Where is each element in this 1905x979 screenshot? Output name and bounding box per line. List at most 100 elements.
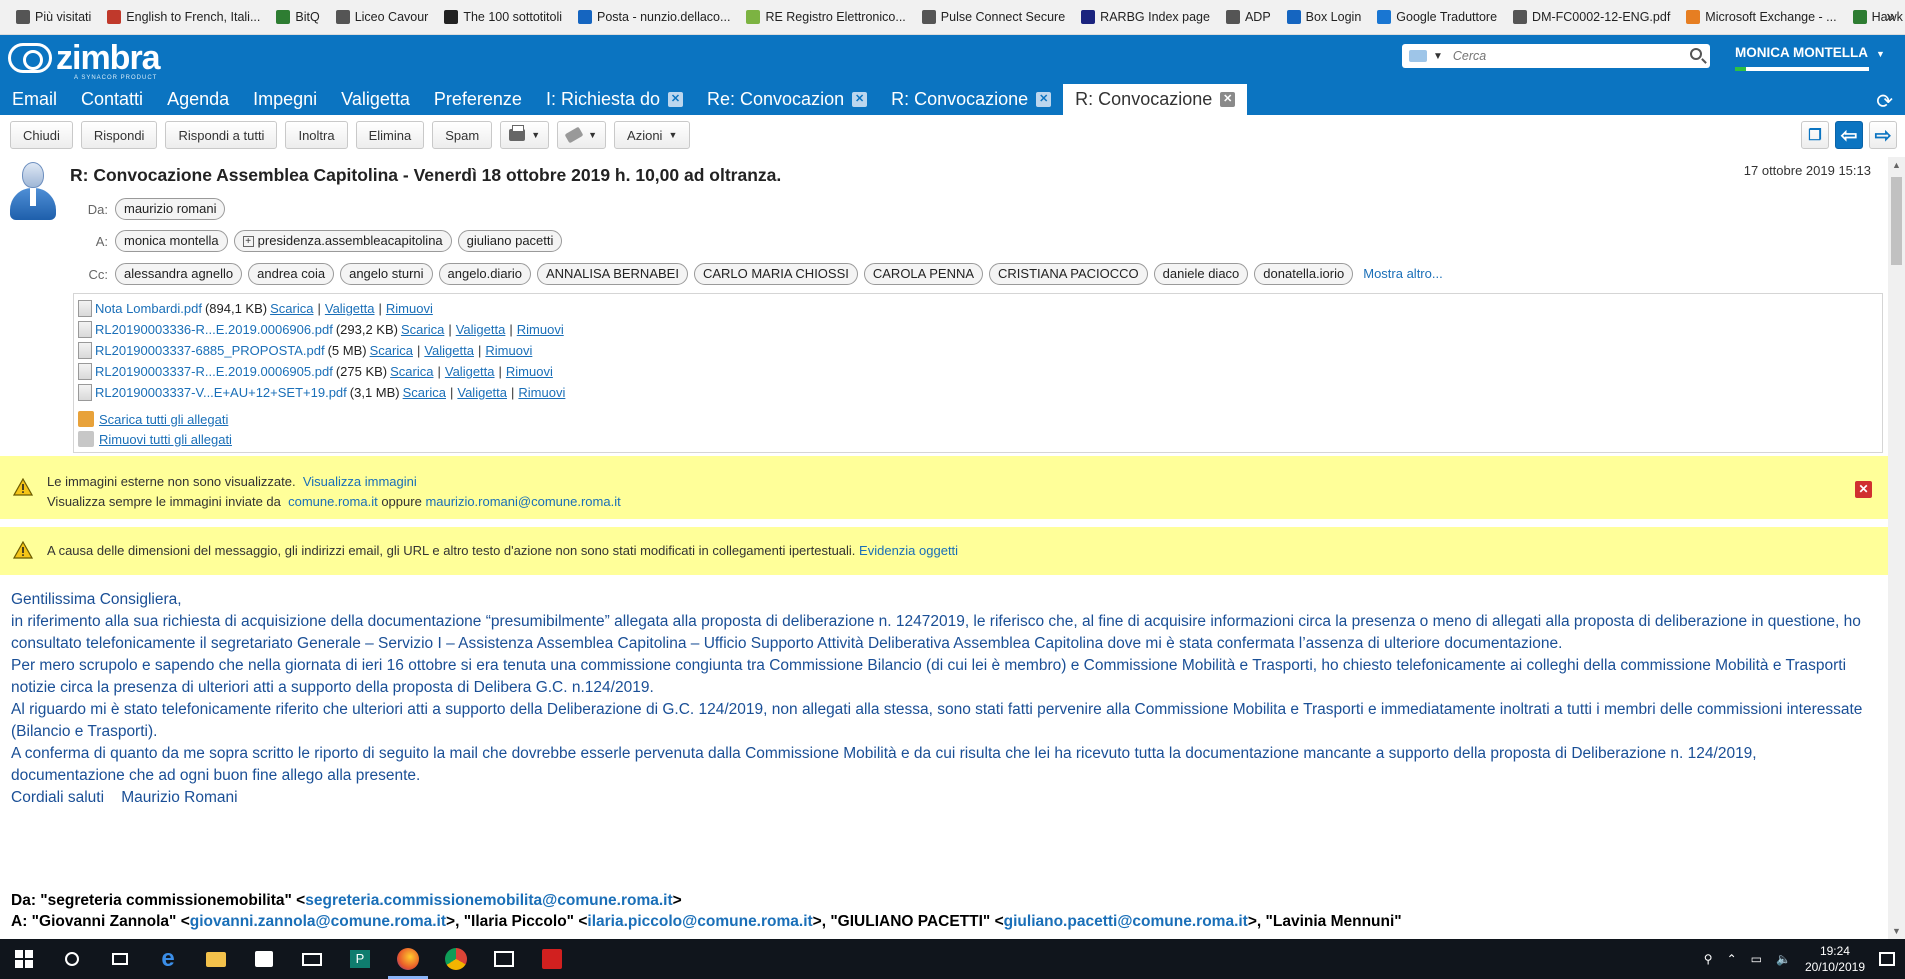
reply-all-button[interactable]: Rispondi a tutti bbox=[165, 121, 278, 149]
file-explorer-icon[interactable] bbox=[192, 939, 240, 979]
publisher-icon[interactable]: P bbox=[336, 939, 384, 979]
app-tab[interactable]: R: Convocazione ✕ bbox=[1063, 84, 1248, 115]
highlight-objects-link[interactable]: Evidenzia oggetti bbox=[859, 543, 958, 558]
mail-search-type-icon[interactable] bbox=[1409, 50, 1427, 62]
zimbra-logo[interactable]: zimbra A SYNACOR PRODUCT bbox=[8, 41, 161, 81]
search-icon[interactable] bbox=[1690, 48, 1702, 60]
recipient-chip[interactable]: ANNALISA BERNABEI bbox=[537, 263, 688, 285]
trust-domain-link[interactable]: comune.roma.it bbox=[288, 494, 378, 509]
chevron-up-icon[interactable]: ⌃ bbox=[1727, 952, 1737, 966]
app-tab[interactable]: Re: Convocazion ✕ bbox=[695, 84, 879, 115]
bookmark-item[interactable]: Pulse Connect Secure bbox=[914, 0, 1073, 34]
download-link[interactable]: Scarica bbox=[403, 385, 446, 400]
reply-button[interactable]: Rispondi bbox=[80, 121, 158, 149]
edge-icon[interactable]: e bbox=[144, 939, 192, 979]
remove-link[interactable]: Rimuovi bbox=[386, 301, 433, 316]
bookmark-item[interactable]: Microsoft Exchange - ... bbox=[1678, 0, 1844, 34]
attachment-name[interactable]: RL20190003337-V...E+AU+12+SET+19.pdf bbox=[95, 385, 347, 400]
briefcase-link[interactable]: Valigetta bbox=[445, 364, 495, 379]
chrome-icon[interactable] bbox=[432, 939, 480, 979]
close-tab-icon[interactable]: ✕ bbox=[668, 92, 684, 107]
actions-button[interactable]: Azioni ▼ bbox=[614, 121, 691, 149]
remove-link[interactable]: Rimuovi bbox=[518, 385, 565, 400]
recipient-chip[interactable]: maurizio romani bbox=[115, 198, 226, 220]
download-link[interactable]: Scarica bbox=[401, 322, 444, 337]
scroll-up-icon[interactable]: ▲ bbox=[1892, 160, 1901, 170]
mail-icon[interactable] bbox=[288, 939, 336, 979]
acrobat-icon[interactable] bbox=[528, 939, 576, 979]
scroll-thumb[interactable] bbox=[1891, 177, 1902, 265]
download-link[interactable]: Scarica bbox=[270, 301, 313, 316]
previous-message-button[interactable]: ⇦ bbox=[1835, 121, 1863, 149]
recipient-chip[interactable]: CAROLA PENNA bbox=[863, 263, 984, 285]
briefcase-link[interactable]: Valigetta bbox=[456, 322, 506, 337]
recipient-chip[interactable]: angelo sturni bbox=[340, 263, 433, 285]
bookmark-item[interactable]: The 100 sottotitoli bbox=[436, 0, 570, 34]
bookmark-item[interactable]: BitQ bbox=[268, 0, 327, 34]
bookmark-item[interactable]: Posta - nunzio.dellaco... bbox=[570, 0, 738, 34]
vertical-scrollbar[interactable]: ▲ ▼ bbox=[1888, 157, 1905, 939]
print-button[interactable]: ▼ bbox=[500, 121, 550, 149]
delete-button[interactable]: Elimina bbox=[355, 121, 425, 149]
tag-button[interactable]: ▼ bbox=[557, 121, 607, 149]
recipient-chip[interactable]: daniele diaco bbox=[1153, 263, 1249, 285]
quoted-to-email[interactable]: ilaria.piccolo@comune.roma.it bbox=[587, 913, 812, 930]
attachment-name[interactable]: RL20190003337-6885_PROPOSTA.pdf bbox=[95, 343, 325, 358]
recipient-chip[interactable]: giuliano pacetti bbox=[457, 230, 563, 252]
show-images-link[interactable]: Visualizza immagini bbox=[303, 474, 417, 489]
close-tab-icon[interactable]: ✕ bbox=[1220, 92, 1236, 107]
close-tab-icon[interactable]: ✕ bbox=[852, 92, 868, 107]
trust-sender-link[interactable]: maurizio.romani@comune.roma.it bbox=[425, 494, 620, 509]
clock[interactable]: 19:24 20/10/2019 bbox=[1805, 943, 1865, 975]
attachment-name[interactable]: RL20190003336-R...E.2019.0006906.pdf bbox=[95, 322, 333, 337]
download-link[interactable]: Scarica bbox=[370, 343, 413, 358]
user-menu[interactable]: MONICA MONTELLA ▼ bbox=[1735, 45, 1885, 60]
recipient-chip[interactable]: CRISTIANA PACIOCCO bbox=[989, 263, 1148, 285]
close-icon[interactable]: ✕ bbox=[1855, 481, 1872, 498]
more-bookmarks-icon[interactable]: » bbox=[1886, 8, 1895, 26]
briefcase-link[interactable]: Valigetta bbox=[424, 343, 474, 358]
app-tab[interactable]: Email bbox=[0, 84, 69, 115]
quoted-to-email[interactable]: giovanni.zannola@comune.roma.it bbox=[190, 913, 446, 930]
app-tab[interactable]: Agenda bbox=[155, 84, 241, 115]
open-in-window-button[interactable]: ❐ bbox=[1801, 121, 1829, 149]
remove-link[interactable]: Rimuovi bbox=[506, 364, 553, 379]
photos-icon[interactable] bbox=[480, 939, 528, 979]
recipient-chip[interactable]: andrea coia bbox=[248, 263, 335, 285]
app-tab[interactable]: Valigetta bbox=[329, 84, 422, 115]
download-link[interactable]: Scarica bbox=[390, 364, 433, 379]
bookmark-item[interactable]: RARBG Index page bbox=[1073, 0, 1218, 34]
search-icon[interactable] bbox=[48, 939, 96, 979]
firefox-icon[interactable] bbox=[384, 939, 432, 979]
refresh-icon[interactable]: ⟳ bbox=[1876, 89, 1893, 114]
close-tab-icon[interactable]: ✕ bbox=[1036, 92, 1052, 107]
remove-all-link[interactable]: Rimuovi tutti gli allegati bbox=[99, 432, 232, 447]
windows-start-icon[interactable] bbox=[0, 939, 48, 979]
show-more-link[interactable]: Mostra altro... bbox=[1363, 263, 1442, 285]
expand-list-icon[interactable]: + bbox=[242, 235, 254, 247]
briefcase-link[interactable]: Valigetta bbox=[325, 301, 375, 316]
task-view-icon[interactable] bbox=[96, 939, 144, 979]
people-icon[interactable]: ⚲ bbox=[1704, 952, 1713, 966]
bookmark-item[interactable]: Liceo Cavour bbox=[328, 0, 437, 34]
volume-icon[interactable]: 🔈 bbox=[1776, 952, 1791, 966]
network-icon[interactable]: ▭ bbox=[1751, 952, 1762, 966]
app-tab[interactable]: R: Convocazione ✕ bbox=[879, 84, 1063, 115]
attachment-name[interactable]: RL20190003337-R...E.2019.0006905.pdf bbox=[95, 364, 333, 379]
bookmark-item[interactable]: RE Registro Elettronico... bbox=[738, 0, 913, 34]
store-icon[interactable] bbox=[240, 939, 288, 979]
scroll-down-icon[interactable]: ▼ bbox=[1892, 926, 1901, 936]
bookmark-item[interactable]: Box Login bbox=[1279, 0, 1370, 34]
forward-button[interactable]: Inoltra bbox=[285, 121, 348, 149]
bookmark-item[interactable]: Più visitati bbox=[8, 0, 99, 34]
recipient-chip[interactable]: CARLO MARIA CHIOSSI bbox=[693, 263, 858, 285]
attachment-name[interactable]: Nota Lombardi.pdf bbox=[95, 301, 202, 316]
close-button[interactable]: Chiudi bbox=[10, 121, 73, 149]
recipient-chip[interactable]: alessandra agnello bbox=[115, 263, 243, 285]
app-tab[interactable]: I: Richiesta do ✕ bbox=[534, 84, 695, 115]
quoted-from-email[interactable]: segreteria.commissionemobilita@comune.ro… bbox=[305, 892, 672, 909]
bookmark-item[interactable]: Google Traduttore bbox=[1369, 0, 1505, 34]
download-all-link[interactable]: Scarica tutti gli allegati bbox=[99, 412, 228, 427]
bookmark-item[interactable]: English to French, Itali... bbox=[99, 0, 268, 34]
recipient-chip[interactable]: monica montella bbox=[115, 230, 228, 252]
